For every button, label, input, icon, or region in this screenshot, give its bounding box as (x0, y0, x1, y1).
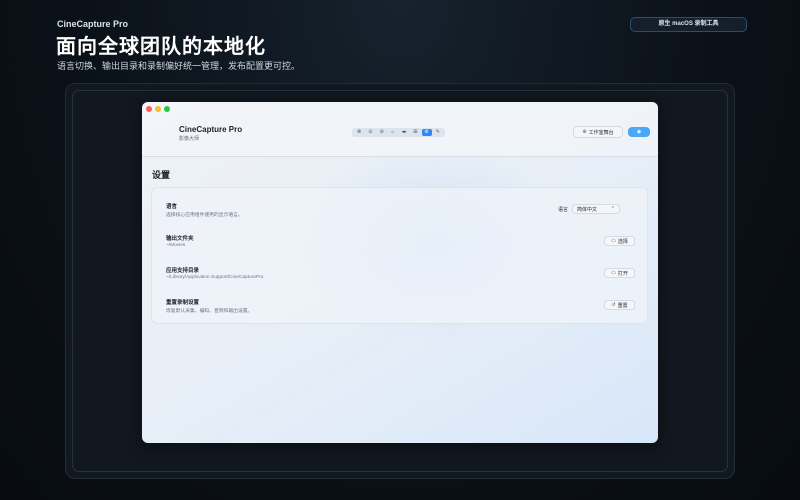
setting-row-reset: 重置录制设置 恢复默认采集、编码、音频和输出设置。 ↺ 重置 (152, 286, 647, 318)
language-field-label: 语言 (558, 207, 569, 213)
setting-title: 语言 (166, 204, 178, 210)
setting-title: 应用支持目录 (166, 268, 200, 274)
promo-app-name: CineCapture Pro (57, 19, 129, 29)
setting-description: 恢复默认采集、编码、音频和输出设置。 (166, 309, 253, 314)
toolbar-mode-switcher: ⊗ ⊙ ⊘ ⌂ ◂▸ ⊞ ⚙ ✎ (352, 128, 445, 137)
studio-stage-label: 工作室舞台 (588, 129, 614, 136)
close-window-button[interactable] (146, 106, 152, 112)
record-dot-icon: ◉ (636, 129, 642, 135)
record-icon: ⊙ (368, 129, 373, 135)
minimize-window-button[interactable] (155, 106, 161, 112)
tool-button-record[interactable]: ⊙ (365, 129, 375, 136)
setting-title: 输出文件夹 (166, 236, 194, 242)
reset-settings-label: 重置 (617, 302, 628, 309)
choose-folder-label: 选择 (617, 238, 628, 245)
reset-settings-button[interactable]: ↺ 重置 (604, 300, 635, 310)
promo-subtitle: 语言切换、输出目录和录制偏好统一管理，发布配置更可控。 (57, 61, 301, 71)
setting-description: ~/Library/Application Support/CineCaptur… (166, 275, 264, 280)
app-brand-subtitle: 影像大师 (179, 136, 200, 142)
tool-button-grid[interactable]: ⊞ (410, 129, 420, 136)
setting-description: ~/Movies (166, 243, 186, 248)
promo-headline: 面向全球团队的本地化 (56, 36, 266, 58)
open-support-dir-button[interactable]: ▭ 打开 (604, 268, 635, 278)
gear-icon: ⚙ (424, 129, 429, 135)
studio-stage-button[interactable]: ⊕ 工作室舞台 (573, 126, 623, 138)
choose-folder-button[interactable]: ▭ 选择 (604, 236, 635, 246)
open-support-dir-label: 打开 (617, 270, 628, 277)
chevron-updown-icon: ⌃ (610, 205, 615, 212)
zoom-window-button[interactable] (164, 106, 170, 112)
tool-button-block[interactable]: ⊘ (377, 129, 387, 136)
cancel-circle-icon: ⊗ (357, 129, 362, 135)
reset-icon: ↺ (611, 301, 616, 308)
promo-badge: 原生 macOS 录制工具 (630, 17, 747, 32)
grid-icon: ⊞ (413, 129, 418, 135)
tool-button-code[interactable]: ◂▸ (399, 129, 409, 136)
app-window: CineCapture Pro 影像大师 ⊗ ⊙ ⊘ ⌂ ◂▸ ⊞ ⚙ ✎ ⊕ … (142, 102, 658, 443)
setting-row-output-folder: 输出文件夹 ~/Movies ▭ 选择 (152, 222, 647, 254)
tool-button-annotate[interactable]: ✎ (433, 129, 443, 136)
language-select[interactable]: 简体中文 ⌃ (572, 204, 620, 214)
tool-button-settings[interactable]: ⚙ (421, 129, 432, 136)
tool-button-cancel[interactable]: ⊗ (354, 129, 364, 136)
block-icon: ⊘ (379, 129, 384, 135)
window-controls (146, 106, 170, 112)
setting-description: 选择核心应用组件使用的显示语言。 (166, 213, 243, 218)
tool-button-home[interactable]: ⌂ (388, 129, 398, 136)
folder-icon: ▭ (611, 269, 616, 276)
setting-title: 重置录制设置 (166, 300, 200, 306)
app-brand-name: CineCapture Pro (179, 125, 243, 134)
titlebar: CineCapture Pro 影像大师 ⊗ ⊙ ⊘ ⌂ ◂▸ ⊞ ⚙ ✎ ⊕ … (142, 102, 658, 157)
code-icon: ◂▸ (401, 129, 407, 135)
primary-action-button[interactable]: ◉ (628, 127, 650, 137)
settings-card: 语言 选择核心应用组件使用的显示语言。 语言 简体中文 ⌃ 输出文件夹 ~/Mo… (151, 187, 648, 324)
folder-icon: ▭ (611, 237, 616, 244)
home-icon: ⌂ (391, 129, 395, 135)
stage-icon: ⊕ (582, 128, 587, 135)
setting-row-support-dir: 应用支持目录 ~/Library/Application Support/Cin… (152, 254, 647, 286)
setting-row-language: 语言 选择核心应用组件使用的显示语言。 语言 简体中文 ⌃ (152, 190, 647, 222)
language-select-value: 简体中文 (577, 206, 598, 213)
page-title: 设置 (152, 170, 171, 180)
pen-icon: ✎ (435, 129, 440, 135)
